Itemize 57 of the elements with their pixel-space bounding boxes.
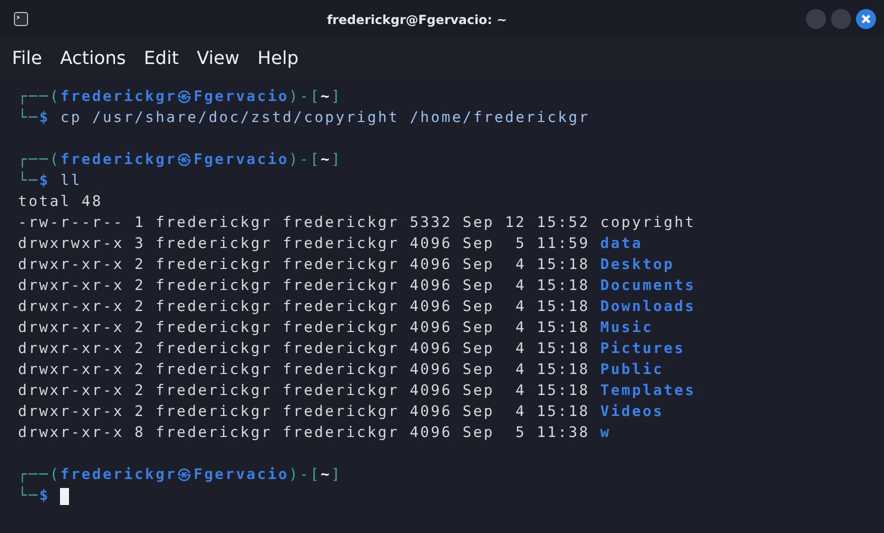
prompt-symbol: $ [39,172,50,189]
prompt-symbol: $ [39,109,50,126]
prompt-bracket: ] [331,466,342,483]
prompt-corner: └─ [18,109,40,126]
directory-name: Music [600,319,654,336]
file-details: drwxr-xr-x 2 frederickgr frederickgr 4096 Sep 4 15:18 [18,319,590,336]
file-details: drwxr-xr-x 2 frederickgr frederickgr 4096 Sep 4 15:18 [18,361,590,378]
output-text: total 48 [18,193,103,210]
prompt-bracket: ] [331,88,342,105]
text-cursor [60,488,70,504]
file-details: drwxr-xr-x 2 frederickgr frederickgr 4096 Sep 4 15:18 [18,403,590,420]
prompt-bracket: )-[ [288,88,321,105]
prompt-directory: ~ [320,88,332,105]
prompt-symbol: $ [39,487,50,504]
prompt-user-host: frederickgr㉿Fgervacio [60,466,289,483]
prompt-bracket: )-[ [288,151,321,168]
command-text: cp /usr/share/doc/zstd/copyright /home/frederickgr [60,109,590,126]
prompt-directory: ~ [320,151,332,168]
prompt-corner: └─ [18,487,40,504]
file-details: drwxr-xr-x 2 frederickgr frederickgr 4096 Sep 4 15:18 [18,298,590,315]
close-button[interactable] [856,9,876,29]
minimize-button[interactable] [806,9,826,29]
prompt-corner: └─ [18,172,40,189]
directory-name: Templates [600,382,696,399]
menu-item[interactable]: Edit [144,48,179,68]
directory-name: Desktop [600,256,674,273]
directory-name: Pictures [600,340,685,357]
directory-name: data [600,235,643,252]
command-text: ll [60,172,82,189]
menu-item[interactable]: View [196,48,240,68]
window-title: frederickgr@Fgervacio: ~ [326,12,508,26]
prompt-bracket: )-[ [288,466,321,483]
file-details: drwxr-xr-x 2 frederickgr frederickgr 4096 Sep 4 15:18 [18,277,590,294]
menu-item[interactable]: File [12,48,42,68]
file-details: drwxrwxr-x 3 frederickgr frederickgr 4096 Sep 5 11:59 [18,235,590,252]
file-details: drwxr-xr-x 8 frederickgr frederickgr 4096 Sep 5 11:38 [18,424,590,441]
directory-name: Public [600,361,664,378]
directory-name: Videos [600,403,664,420]
terminal-icon [14,12,28,26]
menu-item[interactable]: Help [257,48,299,68]
prompt-user-host: frederickgr㉿Fgervacio [60,151,289,168]
menu-item[interactable]: Actions [60,48,126,68]
prompt-bracket: ] [331,151,342,168]
prompt-corner: ┌──( [18,88,60,105]
file-details: drwxr-xr-x 2 frederickgr frederickgr 4096 Sep 4 15:18 [18,340,590,357]
file-details: drwxr-xr-x 2 frederickgr frederickgr 4096 Sep 4 15:18 [18,256,590,273]
directory-name: w [600,424,611,441]
file-details: drwxr-xr-x 2 frederickgr frederickgr 4096 Sep 4 15:18 [18,382,590,399]
prompt-user-host: frederickgr㉿Fgervacio [60,88,289,105]
prompt-corner: ┌──( [18,466,60,483]
prompt-directory: ~ [320,466,332,483]
file-details: -rw-r--r-- 1 frederickgr frederickgr 5332 Sep 12 15:52 [18,214,590,231]
directory-name: Downloads [600,298,696,315]
directory-name: Documents [600,277,696,294]
prompt-corner: ┌──( [18,151,60,168]
file-name: copyright [600,214,696,231]
maximize-button[interactable] [831,9,851,29]
